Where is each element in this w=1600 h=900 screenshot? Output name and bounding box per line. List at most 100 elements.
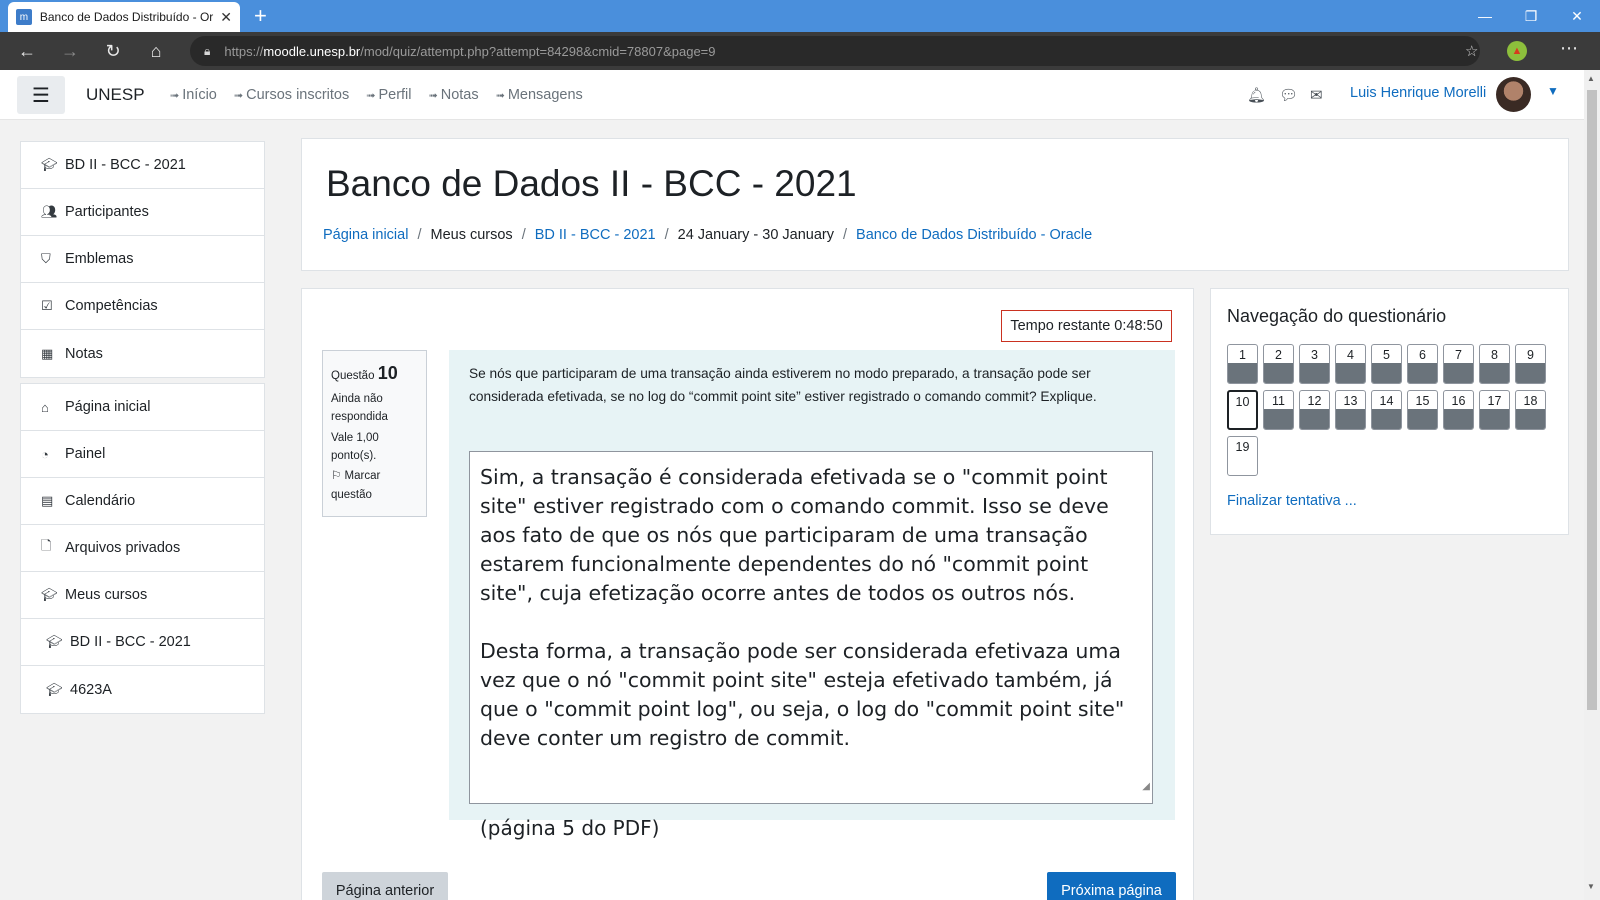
arrow-icon: ➟ [428, 90, 438, 102]
quiz-nav-button-18[interactable]: 18 [1515, 390, 1546, 430]
user-name[interactable]: Luis Henrique Morelli [1350, 85, 1486, 101]
forward-icon[interactable]: → [57, 38, 83, 64]
avatar[interactable] [1496, 77, 1531, 112]
menu-toggle-icon[interactable]: ☰ [17, 76, 65, 114]
quiz-nav-button-16[interactable]: 16 [1443, 390, 1474, 430]
quiz-nav-button-label: 7 [1455, 348, 1462, 362]
check-square-icon: ☑ [41, 298, 53, 313]
flag-question-link[interactable]: ⚐ Marcar questão [331, 467, 418, 504]
close-window-icon[interactable]: ✕ [1554, 0, 1600, 32]
sidebar-item-participantes[interactable]: 👥︎ Participantes [21, 189, 264, 236]
topnav-cursos[interactable]: ➟ Cursos inscritos [234, 87, 349, 103]
quiz-nav-button-17[interactable]: 17 [1479, 390, 1510, 430]
home-icon: ⌂ [41, 399, 49, 415]
address-bar[interactable]: 🔒︎ https://moodle.unesp.br/mod/quiz/atte… [190, 36, 1480, 66]
sidebar: 🎓︎ BD II - BCC - 2021 👥︎ Participantes ⛉ Em… [20, 141, 265, 719]
question-state-bar [1228, 363, 1257, 383]
quiz-nav-button-label: 10 [1235, 395, 1250, 409]
quiz-nav-button-label: 1 [1239, 348, 1246, 362]
sidebar-item-painel[interactable]: ◔ Painel [21, 431, 264, 478]
breadcrumb-week: 24 January - 30 January [677, 227, 834, 243]
sidebar-item-course-4623a[interactable]: 🎓︎ 4623A [21, 666, 264, 713]
question-content: Se nós que participaram de uma transação… [449, 350, 1175, 820]
scroll-down-icon[interactable]: ▼ [1587, 882, 1595, 891]
sidebar-course-group: 🎓︎ BD II - BCC - 2021 👥︎ Participantes ⛉ Em… [20, 141, 265, 378]
quiz-nav-button-label: 11 [1272, 394, 1285, 408]
quiz-nav-button-15[interactable]: 15 [1407, 390, 1438, 430]
finish-attempt-link[interactable]: Finalizar tentativa ... [1227, 493, 1357, 509]
extension-icon[interactable]: ▲ [1507, 41, 1527, 61]
quiz-nav-button-label: 17 [1487, 394, 1502, 408]
restore-icon[interactable]: ❐ [1508, 0, 1554, 32]
quiz-nav-button-13[interactable]: 13 [1335, 390, 1366, 430]
favorite-star-icon[interactable]: ☆ [1465, 42, 1478, 60]
calendar-icon: ▤ [41, 493, 54, 508]
quiz-nav-button-14[interactable]: 14 [1371, 390, 1402, 430]
caret-down-icon[interactable]: ▼ [1547, 84, 1559, 98]
question-state-bar [1372, 409, 1401, 429]
quiz-main-region: Tempo restante 0:48:50 Questão 10 Ainda … [301, 288, 1194, 900]
answer-textarea[interactable]: Sim, a transação é considerada efetivada… [469, 451, 1153, 804]
question-state-bar [1408, 363, 1437, 383]
quiz-nav-button-19[interactable]: 19 [1227, 436, 1258, 476]
quiz-nav-button-2[interactable]: 2 [1263, 344, 1294, 384]
breadcrumb-quiz[interactable]: Banco de Dados Distribuído - Oracle [856, 227, 1092, 243]
url-text: https://moodle.unesp.br/mod/quiz/attempt… [224, 43, 716, 59]
breadcrumb-separator: / [664, 227, 669, 243]
quiz-nav-button-11[interactable]: 11 [1263, 390, 1294, 430]
resize-handle-icon[interactable]: ◢ [1142, 772, 1150, 801]
envelope-icon[interactable]: ✉ [1310, 86, 1323, 104]
quiz-nav-button-5[interactable]: 5 [1371, 344, 1402, 384]
back-icon[interactable]: ← [14, 38, 40, 64]
quiz-nav-button-8[interactable]: 8 [1479, 344, 1510, 384]
minimize-icon[interactable]: — [1462, 0, 1508, 32]
sidebar-item-course[interactable]: 🎓︎ BD II - BCC - 2021 [21, 142, 264, 189]
quiz-nav-button-6[interactable]: 6 [1407, 344, 1438, 384]
quiz-nav-button-9[interactable]: 9 [1515, 344, 1546, 384]
next-page-button[interactable]: Próxima página [1047, 872, 1176, 900]
scroll-up-icon[interactable]: ▲ [1587, 74, 1595, 83]
quiz-nav-button-3[interactable]: 3 [1299, 344, 1330, 384]
sidebar-item-emblemas[interactable]: ⛉ Emblemas [21, 236, 264, 283]
quiz-nav-button-4[interactable]: 4 [1335, 344, 1366, 384]
refresh-icon[interactable]: ↻ [100, 38, 126, 64]
home-icon[interactable]: ⌂ [143, 38, 169, 64]
sidebar-item-arquivos[interactable]: 🗋 Arquivos privados [21, 525, 264, 572]
quiz-nav-button-label: 16 [1451, 394, 1466, 408]
topnav-notas[interactable]: ➟ Notas [429, 87, 479, 103]
previous-page-button[interactable]: Página anterior [322, 872, 448, 900]
breadcrumb: Página inicial / Meus cursos / BD II - B… [323, 227, 1092, 243]
sidebar-item-notas[interactable]: ▦ Notas [21, 330, 264, 377]
new-tab-icon[interactable]: + [254, 4, 267, 28]
users-icon: 👥︎ [41, 204, 58, 219]
site-brand[interactable]: UNESP [86, 85, 145, 105]
quiz-nav-button-10[interactable]: 10 [1227, 390, 1258, 430]
more-options-icon[interactable]: ⋯ [1560, 38, 1578, 59]
scroll-thumb[interactable] [1587, 90, 1597, 710]
chat-icon[interactable]: 💬︎ [1279, 86, 1298, 104]
close-tab-icon[interactable]: ✕ [220, 9, 232, 26]
quiz-nav-button-7[interactable]: 7 [1443, 344, 1474, 384]
breadcrumb-home[interactable]: Página inicial [323, 227, 408, 243]
lock-icon: 🔒︎ [204, 43, 211, 58]
breadcrumb-course[interactable]: BD II - BCC - 2021 [535, 227, 656, 243]
topnav-inicio[interactable]: ➟ Início [170, 87, 217, 103]
quiz-nav-button-label: 18 [1523, 394, 1538, 408]
quiz-nav-button-12[interactable]: 12 [1299, 390, 1330, 430]
sidebar-item-competencias[interactable]: ☑ Competências [21, 283, 264, 330]
quiz-nav-button-1[interactable]: 1 [1227, 344, 1258, 384]
top-navigation: ➟ Início ➟ Cursos inscritos ➟ Perfil ➟ Notas… [170, 87, 600, 103]
sidebar-item-calendario[interactable]: ▤ Calendário [21, 478, 264, 525]
page-scrollbar[interactable]: ▲ ▼ [1584, 70, 1600, 900]
quiz-nav-grid: 1 2 3 4 5 6 7 8 9 10 11 12 13 14 15 16 17 18 19 [1227, 344, 1557, 482]
topnav-mensagens[interactable]: ➟ Mensagens [496, 87, 583, 103]
quiz-timer: Tempo restante 0:48:50 [1001, 310, 1172, 342]
bell-icon[interactable]: 🔔︎ [1247, 86, 1266, 104]
topnav-perfil[interactable]: ➟ Perfil [366, 87, 411, 103]
sidebar-item-meus-cursos[interactable]: 🎓︎ Meus cursos [21, 572, 264, 619]
sidebar-item-course-bd2[interactable]: 🎓︎ BD II - BCC - 2021 [21, 619, 264, 666]
sidebar-item-pagina-inicial[interactable]: ⌂ Página inicial [21, 384, 264, 431]
browser-tab[interactable]: m Banco de Dados Distribuído - Or ✕ [8, 2, 240, 32]
browser-titlebar: m Banco de Dados Distribuído - Or ✕ + — … [0, 0, 1600, 32]
quiz-nav-button-label: 5 [1383, 348, 1390, 362]
